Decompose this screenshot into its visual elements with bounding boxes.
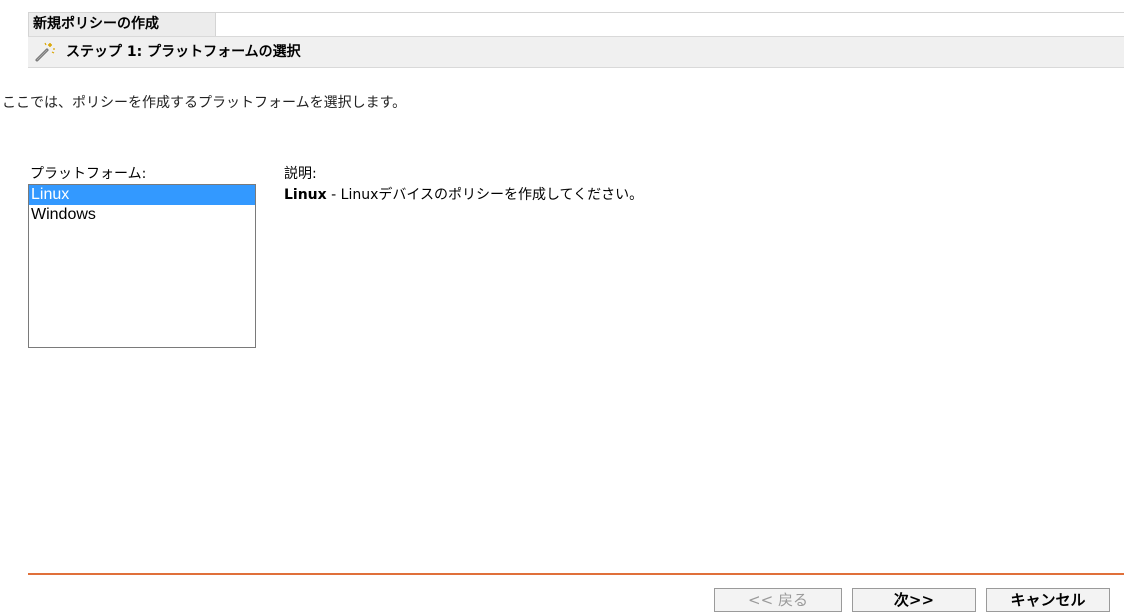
wizard-title: 新規ポリシーの作成 [33, 16, 159, 32]
step-title: ステップ 1: プラットフォームの選択 [66, 44, 301, 60]
platform-listbox[interactable]: Linux Windows [28, 184, 256, 348]
wizard-title-tab: 新規ポリシーの作成 [28, 12, 216, 36]
back-button[interactable]: << 戻る [714, 588, 842, 612]
magic-wand-icon [34, 41, 56, 63]
description-text: Linux - Linuxデバイスのポリシーを作成してください。 [284, 184, 643, 204]
step-header: ステップ 1: プラットフォームの選択 [28, 36, 1124, 68]
policy-wizard: 新規ポリシーの作成 ステップ 1: プラットフォームの選択 ここでは、ポリシーを… [0, 0, 1124, 612]
description-separator: - [326, 187, 341, 203]
description-label: 説明: [284, 166, 317, 182]
intro-text: ここでは、ポリシーを作成するプラットフォームを選択します。 [2, 95, 407, 111]
cancel-button[interactable]: キャンセル [986, 588, 1110, 612]
description-platform-name: Linux [284, 187, 327, 203]
title-divider [216, 12, 1124, 13]
platform-label: プラットフォーム: [30, 166, 147, 182]
platform-option-windows[interactable]: Windows [29, 205, 255, 225]
platform-option-linux[interactable]: Linux [29, 185, 255, 205]
next-button[interactable]: 次>> [852, 588, 976, 612]
description-body: Linuxデバイスのポリシーを作成してください。 [340, 187, 644, 203]
footer-divider [28, 573, 1124, 575]
